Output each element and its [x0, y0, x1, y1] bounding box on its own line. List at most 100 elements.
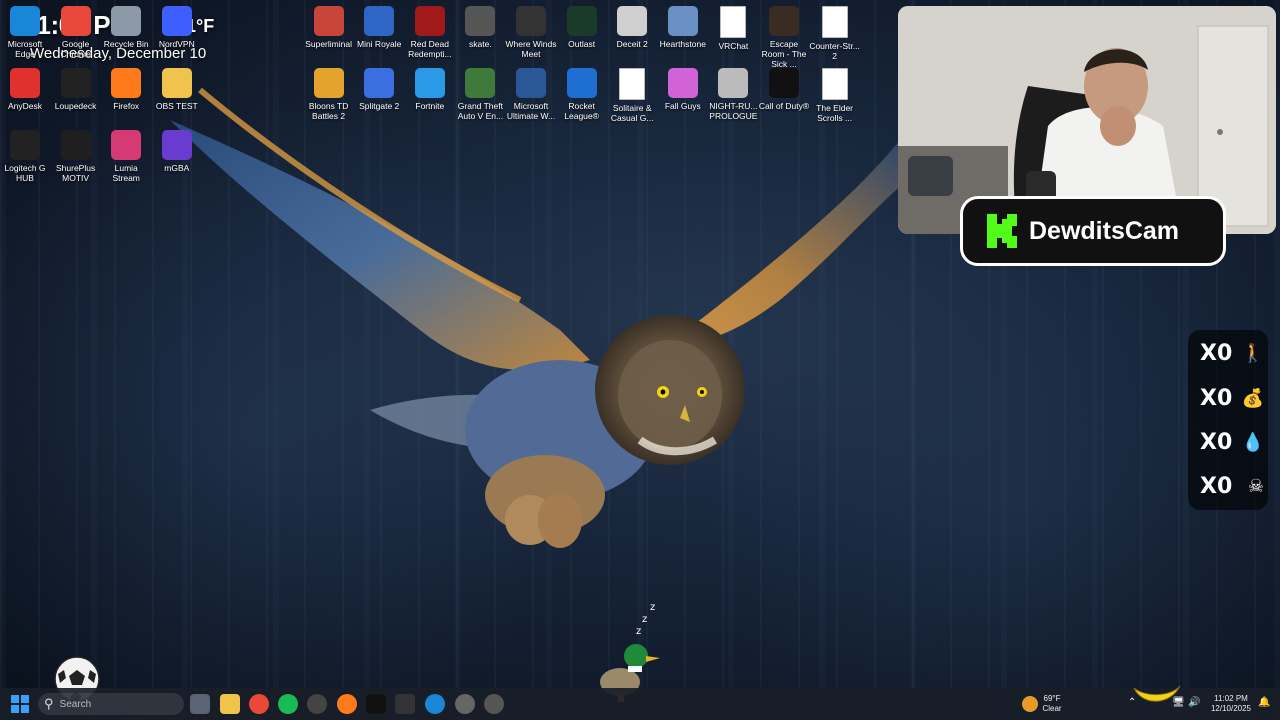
counter-row: X0 💰: [1200, 385, 1264, 411]
file-icon: [821, 6, 848, 38]
edge-icon[interactable]: [425, 694, 445, 714]
desktop-icon[interactable]: Grand Theft Auto V En...: [454, 68, 506, 121]
desktop-icon-label: mGBA: [164, 163, 190, 173]
taskbar-weather[interactable]: 69°F Clear: [1040, 694, 1064, 714]
desktop-icon[interactable]: mGBA: [151, 130, 203, 173]
counter-value: X0: [1200, 340, 1233, 366]
notification-icon[interactable]: 🔔: [1258, 698, 1270, 708]
task-view-icon[interactable]: [190, 694, 210, 714]
desktop-icon[interactable]: Mini Royale: [353, 6, 405, 49]
desktop-icon[interactable]: Outlast: [556, 6, 608, 49]
stream-counters: X0 🚶 X0 💰 X0 💧 X0 ☠: [1188, 330, 1268, 510]
desktop-icon[interactable]: VRChat: [707, 6, 759, 51]
gta-icon: [465, 68, 496, 98]
taskbar: ⚲ Search 69°F Clear ⌃ 🖥 🔊 11:02 PM 12/10…: [0, 685, 1280, 720]
desktop-icon[interactable]: OBS TEST: [151, 68, 203, 111]
where-winds-meet-icon: [516, 6, 546, 36]
droplets-icon: 💧: [1241, 431, 1264, 452]
weather-moon-icon[interactable]: [1022, 696, 1038, 712]
red-dead-icon: [414, 6, 445, 36]
counter-value: X0: [1200, 385, 1233, 411]
desktop-icon[interactable]: Escape Room - The Sick ...: [758, 6, 810, 69]
desktop-icon-label: Google Chrome: [60, 39, 91, 59]
spotify-icon[interactable]: [278, 694, 298, 714]
firefox-icon: [111, 68, 142, 98]
desktop-icon[interactable]: Superliminal: [303, 6, 355, 49]
desktop-icon[interactable]: Deceit 2: [606, 6, 658, 49]
desktop-icon-label: Grand Theft Auto V En...: [457, 101, 504, 121]
desktop-icon[interactable]: Microsoft Ultimate W...: [505, 68, 557, 121]
escape-room-icon: [769, 6, 799, 36]
desktop-icon[interactable]: Google Chrome: [50, 6, 102, 59]
desktop-icon[interactable]: Bloons TD Battles 2: [303, 68, 355, 121]
desktop-icon-label: Recycle Bin: [103, 39, 149, 49]
desktop-icon-label: Microsoft Edge: [7, 39, 43, 59]
desktop-icon[interactable]: Counter-Str... 2: [809, 6, 861, 61]
desktop-icon-label: Solitaire & Casual G...: [610, 103, 654, 123]
steam-icon[interactable]: [307, 694, 327, 714]
file-explorer-icon[interactable]: [220, 694, 240, 714]
desktop-icon[interactable]: NordVPN: [151, 6, 203, 49]
svg-text:z: z: [650, 602, 655, 613]
settings-icon[interactable]: [455, 694, 475, 714]
obs-icon[interactable]: [484, 694, 504, 714]
desktop-icon[interactable]: Logitech G HUB: [0, 130, 51, 183]
desktop-icon[interactable]: Call of Duty®: [758, 68, 810, 111]
desktop-icon[interactable]: Splitgate 2: [353, 68, 405, 111]
webcam-name-badge: DewditsCam: [960, 196, 1226, 266]
mini-royale-icon: [364, 6, 395, 36]
desktop-icon-label: Where Winds Meet: [505, 39, 557, 59]
desktop-icon[interactable]: Fall Guys: [657, 68, 709, 111]
desktop-icon[interactable]: AnyDesk: [0, 68, 51, 111]
desktop-icon[interactable]: Solitaire & Casual G...: [606, 68, 658, 123]
loupedeck-icon: [60, 68, 91, 98]
splitgate-icon: [364, 68, 395, 98]
desktop-icon-label: The Elder Scrolls ...: [816, 103, 854, 123]
desktop-icon[interactable]: Hearthstone: [657, 6, 709, 49]
desktop-icon[interactable]: Fortnite: [404, 68, 456, 111]
desktop-icon[interactable]: ShurePlus MOTIV: [50, 130, 102, 183]
tray-chevron-up-icon[interactable]: ⌃: [1128, 698, 1136, 708]
anydesk-icon: [10, 68, 40, 98]
desktop-icon-label: Firefox: [113, 101, 140, 111]
desktop-icon-label: skate.: [469, 39, 492, 49]
desktop-icon-label: VRChat: [718, 41, 749, 51]
desktop-icon[interactable]: Recycle Bin: [100, 6, 152, 49]
skull-icon: ☠: [1247, 475, 1264, 496]
counter-value: X0: [1200, 429, 1233, 455]
kick-logo-icon: [987, 214, 1017, 248]
lumia-icon: [111, 130, 142, 160]
desktop-icon-label: Splitgate 2: [359, 101, 400, 111]
desktop-icon[interactable]: Lumia Stream: [100, 130, 152, 183]
microsoft-word-icon: [516, 68, 546, 98]
desktop-icon[interactable]: NIGHT-RU... PROLOGUE: [707, 68, 759, 121]
person-icon: 🚶: [1241, 342, 1264, 363]
desktop-icon-label: Call of Duty®: [758, 101, 810, 111]
desktop-icon[interactable]: Firefox: [100, 68, 152, 111]
volume-icon[interactable]: 🔊: [1188, 698, 1200, 708]
hearthstone-icon: [667, 6, 698, 36]
desktop-icon[interactable]: Loupedeck: [50, 68, 102, 111]
desktop-icon[interactable]: Rocket League®: [556, 68, 608, 121]
desktop-icon[interactable]: Where Winds Meet: [505, 6, 557, 59]
chrome-icon[interactable]: [249, 694, 269, 714]
rocket-league-icon: [566, 68, 597, 98]
taskbar-time: 11:02 PM: [1214, 694, 1248, 703]
call-of-duty-icon[interactable]: [366, 694, 386, 714]
desktop-icon[interactable]: The Elder Scrolls ...: [809, 68, 861, 123]
file-icon: [720, 6, 747, 38]
desktop-icon[interactable]: Red Dead Redempti...: [404, 6, 456, 59]
desktop-icon[interactable]: Microsoft Edge: [0, 6, 51, 59]
taskbar-clock[interactable]: 11:02 PM 12/10/2025: [1206, 694, 1256, 714]
windows-start-icon[interactable]: [10, 694, 30, 714]
taskbar-search-input[interactable]: ⚲ Search: [38, 693, 184, 715]
network-icon[interactable]: 🖥: [1172, 698, 1185, 708]
svg-text:z: z: [636, 626, 641, 637]
app-icon[interactable]: [395, 694, 415, 714]
desktop-icon-label: ShurePlus MOTIV: [55, 163, 96, 183]
shure-icon: [60, 130, 91, 160]
fortnite-icon: [414, 68, 445, 98]
desktop-icon[interactable]: skate.: [454, 6, 506, 49]
firefox-icon[interactable]: [337, 694, 357, 714]
counter-value: X0: [1200, 473, 1233, 499]
